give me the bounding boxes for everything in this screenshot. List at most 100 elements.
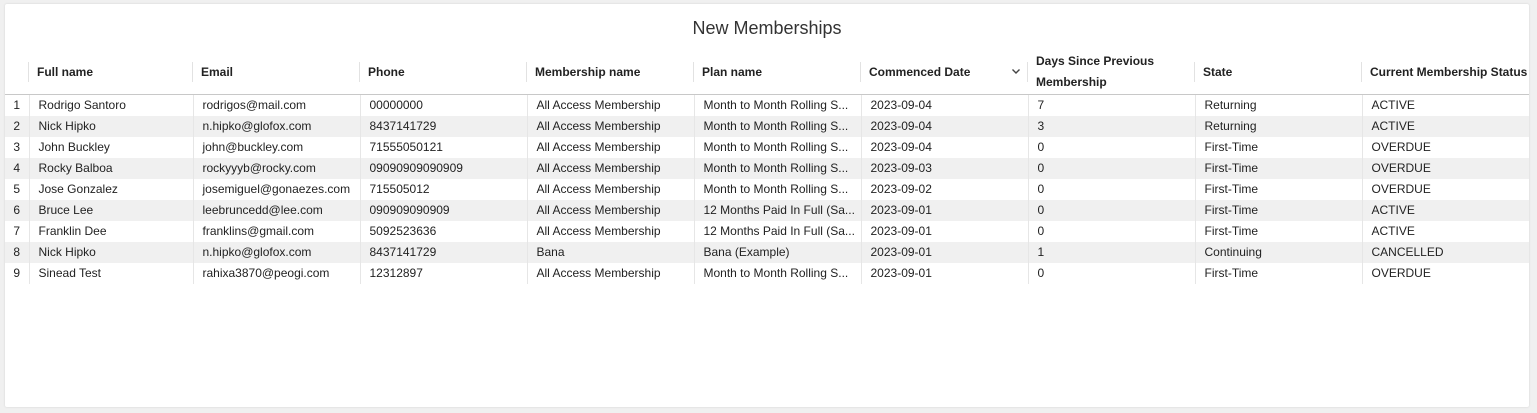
cell-phone: 00000000 bbox=[360, 94, 528, 116]
cell-plan-name: Month to Month Rolling S... bbox=[694, 94, 862, 116]
row-number: 1 bbox=[5, 94, 30, 116]
cell-phone: 8437141729 bbox=[360, 242, 528, 263]
cell-membership-name: All Access Membership bbox=[527, 179, 695, 200]
cell-email: n.hipko@glofox.com bbox=[193, 242, 361, 263]
cell-state: Returning bbox=[1195, 94, 1363, 116]
table-row[interactable]: 7 Franklin Dee franklins@gmail.com 50925236… bbox=[5, 221, 1529, 242]
table-row[interactable]: 5 Jose Gonzalez josemiguel@gonaezes.com 715… bbox=[5, 179, 1529, 200]
table-row[interactable]: 6 Bruce Lee leebruncedd@lee.com 09090909090… bbox=[5, 200, 1529, 221]
header-email[interactable]: Email bbox=[193, 50, 360, 95]
cell-commenced-date: 2023-09-04 bbox=[861, 116, 1029, 137]
cell-email: rodrigos@mail.com bbox=[193, 94, 361, 116]
cell-state: First-Time bbox=[1195, 200, 1363, 221]
cell-status: OVERDUE bbox=[1362, 158, 1529, 179]
cell-plan-name: Month to Month Rolling S... bbox=[694, 158, 862, 179]
chevron-down-icon[interactable] bbox=[1010, 65, 1022, 77]
cell-status: ACTIVE bbox=[1362, 94, 1529, 116]
cell-full-name: Jose Gonzalez bbox=[29, 179, 194, 200]
header-membership-name[interactable]: Membership name bbox=[527, 50, 694, 95]
header-commenced-date[interactable]: Commenced Date bbox=[861, 50, 1028, 95]
cell-state: First-Time bbox=[1195, 263, 1363, 284]
cell-state: First-Time bbox=[1195, 158, 1363, 179]
cell-phone: 715505012 bbox=[360, 179, 528, 200]
cell-email: rahixa3870@peogi.com bbox=[193, 263, 361, 284]
cell-commenced-date: 2023-09-03 bbox=[861, 158, 1029, 179]
cell-plan-name: Bana (Example) bbox=[694, 242, 862, 263]
cell-phone: 090909090909 bbox=[360, 200, 528, 221]
header-row-number bbox=[5, 50, 29, 95]
cell-membership-name: All Access Membership bbox=[527, 263, 695, 284]
cell-plan-name: Month to Month Rolling S... bbox=[694, 179, 862, 200]
cell-status: OVERDUE bbox=[1362, 179, 1529, 200]
cell-plan-name: Month to Month Rolling S... bbox=[694, 116, 862, 137]
cell-membership-name: All Access Membership bbox=[527, 94, 695, 116]
row-number: 2 bbox=[5, 116, 30, 137]
cell-full-name: Rodrigo Santoro bbox=[29, 94, 194, 116]
cell-days-since: 7 bbox=[1028, 94, 1196, 116]
cell-commenced-date: 2023-09-02 bbox=[861, 179, 1029, 200]
cell-membership-name: All Access Membership bbox=[527, 200, 695, 221]
row-number: 3 bbox=[5, 137, 30, 158]
header-plan-name[interactable]: Plan name bbox=[694, 50, 861, 95]
table-body: 1 Rodrigo Santoro rodrigos@mail.com 0000000… bbox=[5, 94, 1529, 284]
cell-days-since: 0 bbox=[1028, 137, 1196, 158]
cell-phone: 09090909090909 bbox=[360, 158, 528, 179]
table-row[interactable]: 9 Sinead Test rahixa3870@peogi.com 12312897… bbox=[5, 263, 1529, 284]
cell-membership-name: Bana bbox=[527, 242, 695, 263]
header-current-membership-status[interactable]: Current Membership Status bbox=[1362, 50, 1529, 95]
row-number: 4 bbox=[5, 158, 30, 179]
row-number: 5 bbox=[5, 179, 30, 200]
cell-state: First-Time bbox=[1195, 221, 1363, 242]
report-card: New Memberships Full name Email Phone Me… bbox=[5, 4, 1529, 407]
row-number: 6 bbox=[5, 200, 30, 221]
cell-phone: 5092523636 bbox=[360, 221, 528, 242]
cell-membership-name: All Access Membership bbox=[527, 221, 695, 242]
cell-full-name: Sinead Test bbox=[29, 263, 194, 284]
cell-full-name: Nick Hipko bbox=[29, 116, 194, 137]
cell-days-since: 1 bbox=[1028, 242, 1196, 263]
cell-state: First-Time bbox=[1195, 137, 1363, 158]
cell-full-name: Bruce Lee bbox=[29, 200, 194, 221]
cell-phone: 12312897 bbox=[360, 263, 528, 284]
cell-email: rockyyyb@rocky.com bbox=[193, 158, 361, 179]
cell-commenced-date: 2023-09-04 bbox=[861, 94, 1029, 116]
cell-days-since: 0 bbox=[1028, 263, 1196, 284]
cell-email: josemiguel@gonaezes.com bbox=[193, 179, 361, 200]
table-row[interactable]: 3 John Buckley john@buckley.com 71555050121… bbox=[5, 137, 1529, 158]
cell-email: leebruncedd@lee.com bbox=[193, 200, 361, 221]
table-header-row: Full name Email Phone Membership name Pl… bbox=[5, 50, 1529, 95]
table-row[interactable]: 2 Nick Hipko n.hipko@glofox.com 8437141729 A… bbox=[5, 116, 1529, 137]
cell-days-since: 0 bbox=[1028, 179, 1196, 200]
cell-status: ACTIVE bbox=[1362, 221, 1529, 242]
header-full-name[interactable]: Full name bbox=[29, 50, 193, 95]
cell-days-since: 0 bbox=[1028, 221, 1196, 242]
cell-email: n.hipko@glofox.com bbox=[193, 116, 361, 137]
cell-full-name: Franklin Dee bbox=[29, 221, 194, 242]
cell-plan-name: 12 Months Paid In Full (Sa... bbox=[694, 221, 862, 242]
table-row[interactable]: 8 Nick Hipko n.hipko@glofox.com 8437141729 B… bbox=[5, 242, 1529, 263]
cell-plan-name: 12 Months Paid In Full (Sa... bbox=[694, 200, 862, 221]
cell-commenced-date: 2023-09-01 bbox=[861, 200, 1029, 221]
cell-state: Continuing bbox=[1195, 242, 1363, 263]
cell-full-name: John Buckley bbox=[29, 137, 194, 158]
cell-status: ACTIVE bbox=[1362, 116, 1529, 137]
header-phone[interactable]: Phone bbox=[360, 50, 527, 95]
cell-status: CANCELLED bbox=[1362, 242, 1529, 263]
table-row[interactable]: 4 Rocky Balboa rockyyyb@rocky.com 090909090… bbox=[5, 158, 1529, 179]
cell-state: First-Time bbox=[1195, 179, 1363, 200]
header-days-since-previous[interactable]: Days Since Previous Membership bbox=[1028, 50, 1195, 95]
cell-commenced-date: 2023-09-01 bbox=[861, 263, 1029, 284]
cell-full-name: Nick Hipko bbox=[29, 242, 194, 263]
header-state[interactable]: State bbox=[1195, 50, 1362, 95]
memberships-table: Full name Email Phone Membership name Pl… bbox=[5, 50, 1529, 284]
cell-membership-name: All Access Membership bbox=[527, 137, 695, 158]
cell-phone: 8437141729 bbox=[360, 116, 528, 137]
cell-plan-name: Month to Month Rolling S... bbox=[694, 137, 862, 158]
cell-commenced-date: 2023-09-01 bbox=[861, 242, 1029, 263]
cell-status: OVERDUE bbox=[1362, 263, 1529, 284]
cell-membership-name: All Access Membership bbox=[527, 158, 695, 179]
report-title: New Memberships bbox=[692, 18, 842, 38]
table-row[interactable]: 1 Rodrigo Santoro rodrigos@mail.com 0000000… bbox=[5, 94, 1529, 116]
cell-commenced-date: 2023-09-04 bbox=[861, 137, 1029, 158]
cell-email: john@buckley.com bbox=[193, 137, 361, 158]
